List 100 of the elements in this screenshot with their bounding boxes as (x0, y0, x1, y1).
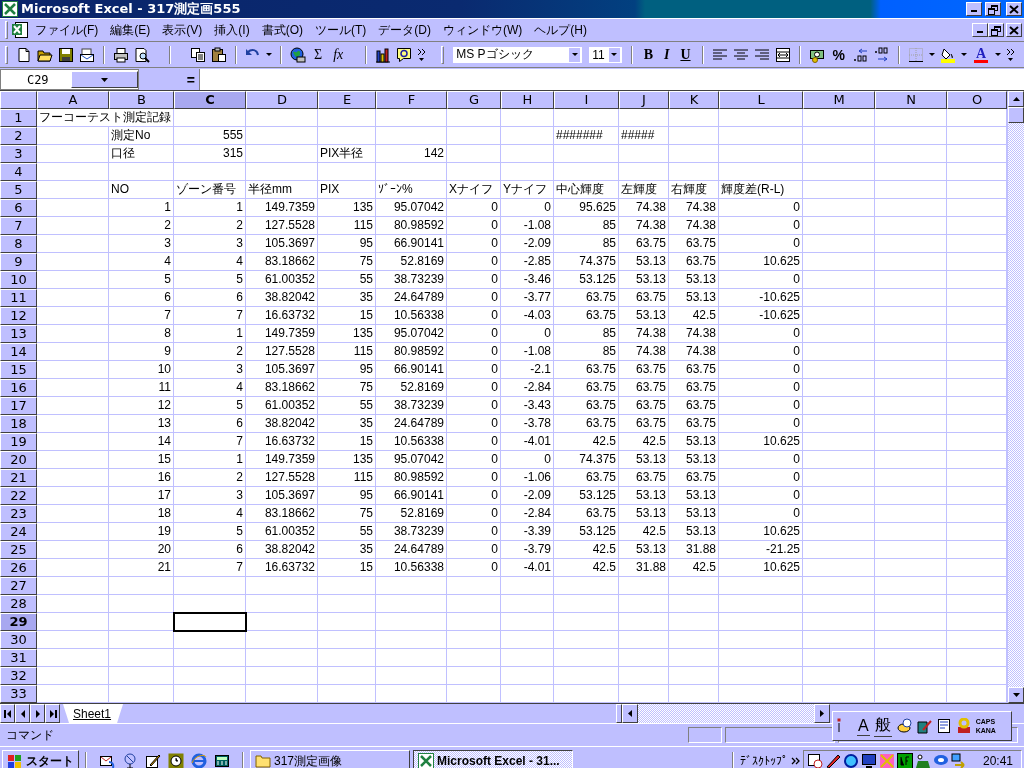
row-header[interactable]: 19 (0, 433, 37, 451)
globe-icon[interactable] (290, 46, 306, 63)
document-close-button[interactable] (1006, 23, 1022, 37)
refresh-globe-icon[interactable] (842, 753, 859, 768)
first-sheet-button[interactable] (0, 704, 15, 723)
help-icon[interactable] (396, 46, 413, 63)
row-header[interactable]: 23 (0, 505, 37, 523)
row-header[interactable]: 11 (0, 289, 37, 307)
input-mode-button[interactable]: A (857, 716, 870, 736)
browser-e-icon[interactable] (191, 753, 207, 768)
document-minimize-button[interactable] (972, 23, 988, 37)
mail-check-icon[interactable] (99, 753, 115, 768)
menu-item[interactable]: ツール(T) (309, 19, 373, 41)
row-header[interactable]: 5 (0, 181, 37, 199)
document-restore-button[interactable] (988, 23, 1004, 37)
notepad-pencil-icon[interactable] (145, 753, 161, 768)
row-header[interactable]: 32 (0, 667, 37, 685)
column-header[interactable]: B (109, 91, 174, 109)
decrease-decimal-icon[interactable] (874, 46, 890, 63)
column-header[interactable]: I (554, 91, 619, 109)
previous-sheet-button[interactable] (15, 704, 30, 723)
book-pen-icon[interactable] (915, 718, 932, 734)
underline-button[interactable]: U (677, 46, 694, 63)
autosum-button[interactable]: Σ (311, 46, 326, 63)
font-size-dropdown[interactable]: 11 (588, 45, 623, 64)
menu-item[interactable]: 挿入(I) (208, 19, 256, 41)
select-all-button[interactable] (0, 91, 37, 109)
italic-button[interactable]: I (660, 46, 673, 63)
dictionary-icon[interactable] (935, 718, 952, 734)
scheduler-icon[interactable] (806, 753, 823, 768)
satellite-dish-icon[interactable] (122, 753, 138, 768)
font-color-button[interactable]: A (972, 46, 990, 63)
row-header[interactable]: 30 (0, 631, 37, 649)
envelope-icon[interactable] (79, 46, 95, 63)
row-header[interactable]: 25 (0, 541, 37, 559)
dropdown-arrow-icon[interactable] (266, 53, 272, 56)
new-document-icon[interactable] (16, 46, 32, 63)
align-center-icon[interactable] (732, 46, 749, 63)
row-header[interactable]: 16 (0, 379, 37, 397)
scroll-down-button[interactable] (1008, 687, 1024, 703)
row-header[interactable]: 2 (0, 127, 37, 145)
row-header[interactable]: 13 (0, 325, 37, 343)
row-header[interactable]: 9 (0, 253, 37, 271)
scroll-up-button[interactable] (1008, 91, 1024, 107)
speech-bubble-icon[interactable] (932, 753, 949, 768)
column-header[interactable]: L (719, 91, 803, 109)
merge-cells-icon[interactable] (774, 46, 791, 63)
menu-item[interactable]: データ(D) (372, 19, 437, 41)
row-header[interactable]: 14 (0, 343, 37, 361)
next-sheet-button[interactable] (30, 704, 45, 723)
column-header[interactable]: N (875, 91, 947, 109)
row-header[interactable]: 18 (0, 415, 37, 433)
taskbar-button[interactable]: Microsoft Excel - 31... (413, 750, 573, 768)
scrollbar-thumb[interactable] (1008, 107, 1024, 123)
font-name-dropdown[interactable]: MS Pゴシック (452, 45, 584, 64)
borders-icon[interactable] (908, 46, 924, 63)
last-sheet-button[interactable] (45, 704, 60, 723)
row-header[interactable]: 17 (0, 397, 37, 415)
row-header[interactable]: 24 (0, 523, 37, 541)
chevron-icon[interactable] (790, 757, 800, 765)
monitor-icon[interactable] (860, 753, 877, 768)
row-header[interactable]: 28 (0, 595, 37, 613)
menu-item[interactable]: 編集(E) (104, 19, 157, 41)
row-header[interactable]: 3 (0, 145, 37, 163)
active-cell-cursor[interactable] (174, 613, 246, 631)
column-header[interactable]: H (501, 91, 554, 109)
row-header[interactable]: 27 (0, 577, 37, 595)
menu-item[interactable]: ファイル(F) (29, 19, 105, 41)
align-left-icon[interactable] (711, 46, 728, 63)
paste-icon[interactable] (211, 46, 227, 63)
taskbar-button[interactable]: 317測定画像 (250, 750, 410, 768)
column-header[interactable]: G (447, 91, 501, 109)
name-box[interactable]: C29 (0, 69, 139, 90)
scroll-right-button[interactable] (814, 704, 830, 723)
column-header[interactable]: A (37, 91, 109, 109)
name-box-dropdown-button[interactable] (70, 71, 138, 88)
network-icon[interactable] (950, 753, 967, 768)
row-header[interactable]: 31 (0, 649, 37, 667)
row-header[interactable]: 21 (0, 469, 37, 487)
column-header[interactable]: E (318, 91, 376, 109)
function-button[interactable]: fx (330, 46, 347, 63)
column-header[interactable]: D (246, 91, 318, 109)
print-preview-icon[interactable] (134, 46, 150, 63)
row-header[interactable]: 26 (0, 559, 37, 577)
pen-icon[interactable] (824, 753, 841, 768)
scroll-left-button[interactable] (622, 704, 638, 723)
copy-icon[interactable] (190, 46, 206, 63)
row-header[interactable]: 10 (0, 271, 37, 289)
row-header[interactable]: 6 (0, 199, 37, 217)
column-header[interactable]: C (174, 91, 246, 109)
row-header[interactable]: 29 (0, 613, 37, 631)
bold-button[interactable]: B (640, 46, 656, 63)
edit-formula-button[interactable]: = (139, 69, 199, 90)
dropdown-arrow-icon[interactable] (961, 53, 967, 56)
menu-item[interactable]: ウィンドウ(W) (437, 19, 529, 41)
row-header[interactable]: 4 (0, 163, 37, 181)
column-header[interactable]: O (947, 91, 1007, 109)
dropdown-arrow-icon[interactable] (995, 53, 1001, 56)
tab-split-handle[interactable] (616, 704, 622, 723)
conversion-mode-button[interactable]: 般 (873, 715, 892, 737)
